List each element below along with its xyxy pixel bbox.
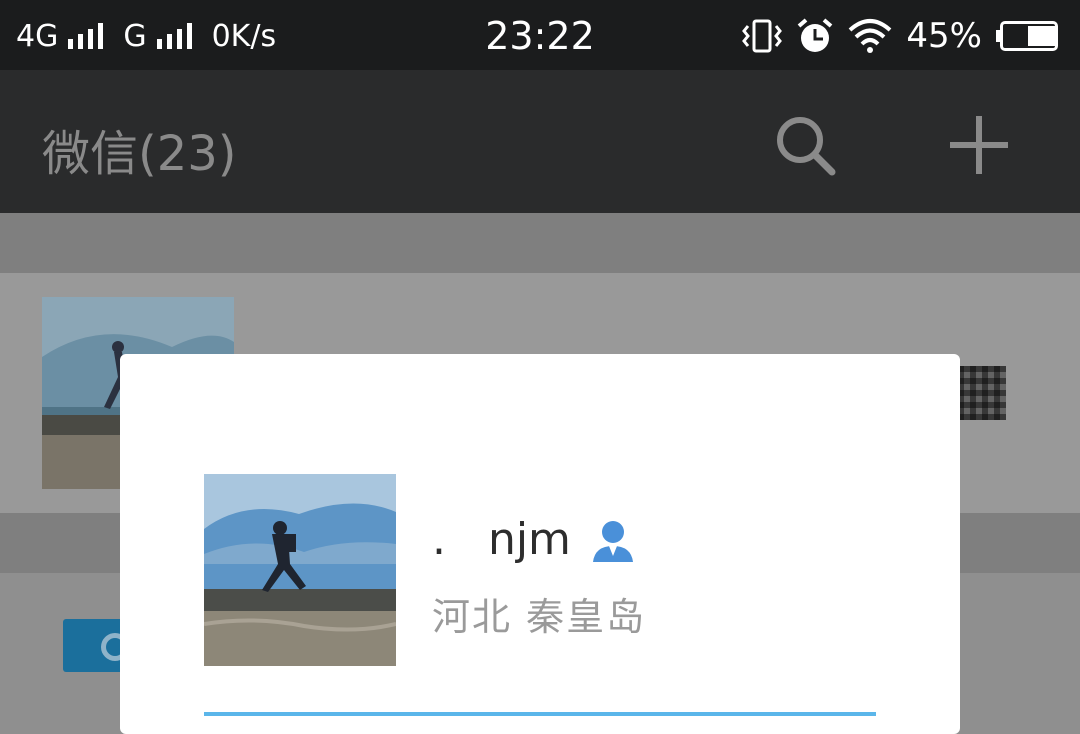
vibrate-icon xyxy=(742,19,783,53)
dialog-name-row: . njm xyxy=(432,514,637,565)
status-right: 45% xyxy=(742,14,1062,58)
section-gap xyxy=(0,213,1080,273)
search-icon[interactable] xyxy=(770,110,840,180)
wifi-icon xyxy=(849,19,892,53)
battery-icon xyxy=(996,21,1062,51)
dialog-avatar xyxy=(204,474,396,666)
alarm-icon xyxy=(798,18,833,52)
app-title: 微信(23) xyxy=(42,126,237,182)
contact-icon xyxy=(592,520,633,562)
qr-code-icon[interactable] xyxy=(958,366,1006,420)
contact-name: . njm xyxy=(432,514,571,565)
dialog-accent-line xyxy=(204,712,876,716)
contact-region: 河北 秦皇岛 xyxy=(432,595,647,639)
status-bar: 4G G 0K/s 23:22 45% xyxy=(0,0,1080,70)
battery-percent: 45% xyxy=(906,16,982,56)
app-header: 微信(23) xyxy=(0,70,1080,213)
profile-dialog: . njm 河北 秦皇岛 xyxy=(120,354,960,734)
plus-icon[interactable] xyxy=(944,110,1014,180)
